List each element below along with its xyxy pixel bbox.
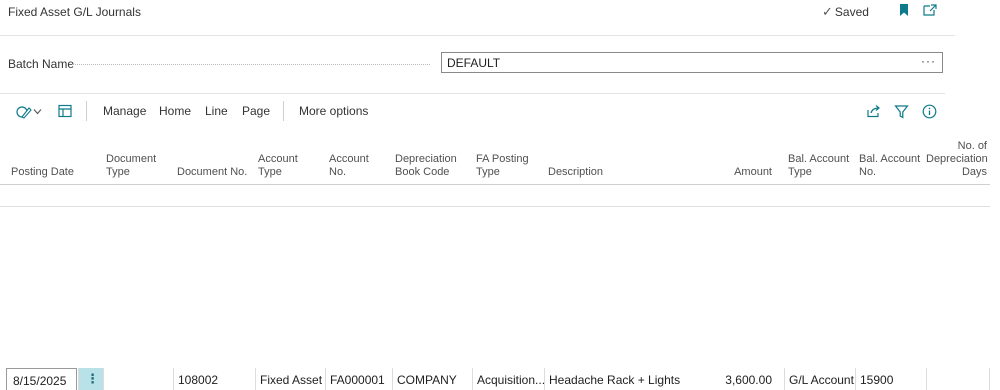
page-title: Fixed Asset G/L Journals: [8, 5, 141, 19]
cell-depreciation-book-code[interactable]: COMPANY: [392, 368, 472, 390]
column-header-fa-posting-type[interactable]: FA Posting Type: [476, 153, 529, 179]
cell-text: COMPANY: [397, 373, 457, 387]
cell-text: Acquisition...: [477, 373, 546, 387]
column-header-no-of-depreciation-days[interactable]: No. of Depreciation Days: [926, 140, 988, 179]
batch-name-value: DEFAULT: [447, 56, 501, 70]
filter-icon[interactable]: [894, 104, 909, 119]
cell-bal-account-type[interactable]: G/L Account: [784, 368, 855, 390]
action-more-options[interactable]: More options: [299, 104, 368, 118]
column-header-description[interactable]: Description: [548, 166, 603, 179]
header-text: Type: [788, 166, 812, 178]
cell-text: 108002: [178, 373, 219, 387]
cell-text: FA000001: [330, 373, 385, 387]
action-separator: [86, 101, 87, 121]
header-text: Type: [258, 166, 282, 178]
popout-icon[interactable]: [922, 3, 938, 17]
cell-fa-posting-type[interactable]: Acquisition...: [472, 368, 546, 390]
cell-document-type[interactable]: [103, 368, 173, 390]
action-manage[interactable]: Manage: [103, 104, 146, 118]
saved-label: Saved: [834, 5, 869, 19]
cell-text: G/L Account: [789, 373, 854, 387]
batch-name-leader: [72, 64, 430, 65]
batch-name-label: Batch Name: [8, 57, 75, 71]
header-text: Book Code: [395, 166, 450, 178]
action-page[interactable]: Page: [242, 104, 270, 118]
batch-name-lookup-button[interactable]: ···: [921, 54, 936, 68]
column-header-account-type[interactable]: Account Type: [258, 153, 298, 179]
cell-account-no[interactable]: FA000001: [325, 368, 392, 390]
column-header-account-no[interactable]: Account No.: [329, 153, 369, 179]
header-text: Posting Date: [11, 166, 74, 178]
column-header-posting-date[interactable]: Posting Date: [11, 166, 74, 179]
column-header-document-no[interactable]: Document No.: [177, 166, 247, 179]
info-icon[interactable]: [922, 104, 937, 119]
batch-name-field[interactable]: DEFAULT ···: [441, 52, 943, 73]
cell-document-no[interactable]: 108002: [173, 368, 255, 390]
column-header-bal-account-type[interactable]: Bal. Account Type: [788, 153, 849, 179]
header-text: Type: [476, 166, 500, 178]
header-text: Description: [548, 166, 604, 178]
cell-bal-account-no[interactable]: 15900: [855, 368, 926, 390]
column-header-amount[interactable]: Amount: [700, 166, 772, 179]
saved-status: ✓ Saved: [822, 4, 869, 20]
header-text: Bal. Account: [788, 153, 850, 165]
cell-text: 8/15/2025: [13, 374, 67, 388]
cell-text: Headache Rack + Lights: [549, 373, 681, 387]
cell-no-of-depreciation-days[interactable]: [926, 368, 990, 390]
chevron-down-icon[interactable]: [33, 108, 42, 115]
cell-posting-date[interactable]: 8/15/2025: [6, 368, 77, 390]
cell-text: Fixed Asset: [260, 373, 323, 387]
header-text: Depreciation: [926, 153, 988, 165]
header-text: FA Posting: [476, 153, 529, 165]
list-view-icon[interactable]: [58, 104, 72, 118]
bookmark-icon[interactable]: [897, 3, 911, 17]
header-text: Depreciation: [395, 153, 457, 165]
header-text: Bal. Account: [859, 153, 921, 165]
column-header-bal-account-no[interactable]: Bal. Account No.: [859, 153, 920, 179]
header-text: Document: [106, 153, 157, 165]
header-text: Amount: [734, 166, 772, 178]
action-line[interactable]: Line: [205, 104, 228, 118]
cell-text: 15900: [860, 373, 894, 387]
cell-account-type[interactable]: Fixed Asset: [255, 368, 325, 390]
header-text: Account: [329, 153, 369, 165]
cell-amount-text: 3,600.00: [725, 373, 772, 387]
column-header-depreciation-book-code[interactable]: Depreciation Book Code: [395, 153, 457, 179]
batch-divider: [0, 93, 945, 94]
action-separator: [283, 101, 284, 121]
share-icon[interactable]: [866, 104, 881, 118]
header-text: Document No.: [177, 166, 248, 178]
header-text: Account: [258, 153, 298, 165]
column-header-document-type[interactable]: Document Type: [106, 153, 156, 179]
edit-list-icon[interactable]: [16, 104, 32, 120]
header-text: No.: [859, 166, 877, 178]
row-menu-button[interactable]: ⋮: [78, 368, 103, 390]
header-divider: [0, 35, 955, 36]
grid-row-bottom-border: [0, 206, 990, 207]
table-row: 8/15/2025 ⋮ 108002 Fixed Asset FA000001 …: [0, 184, 990, 390]
more-vertical-icon: ⋮: [86, 371, 99, 386]
check-icon: ✓: [822, 4, 833, 19]
header-text: No. of: [957, 140, 987, 152]
header-text: Type: [106, 166, 130, 178]
cell-description[interactable]: Headache Rack + Lights 3,600.00: [544, 368, 784, 390]
header-text: No.: [329, 166, 347, 178]
action-home[interactable]: Home: [159, 104, 191, 118]
header-text: Days: [961, 166, 987, 178]
